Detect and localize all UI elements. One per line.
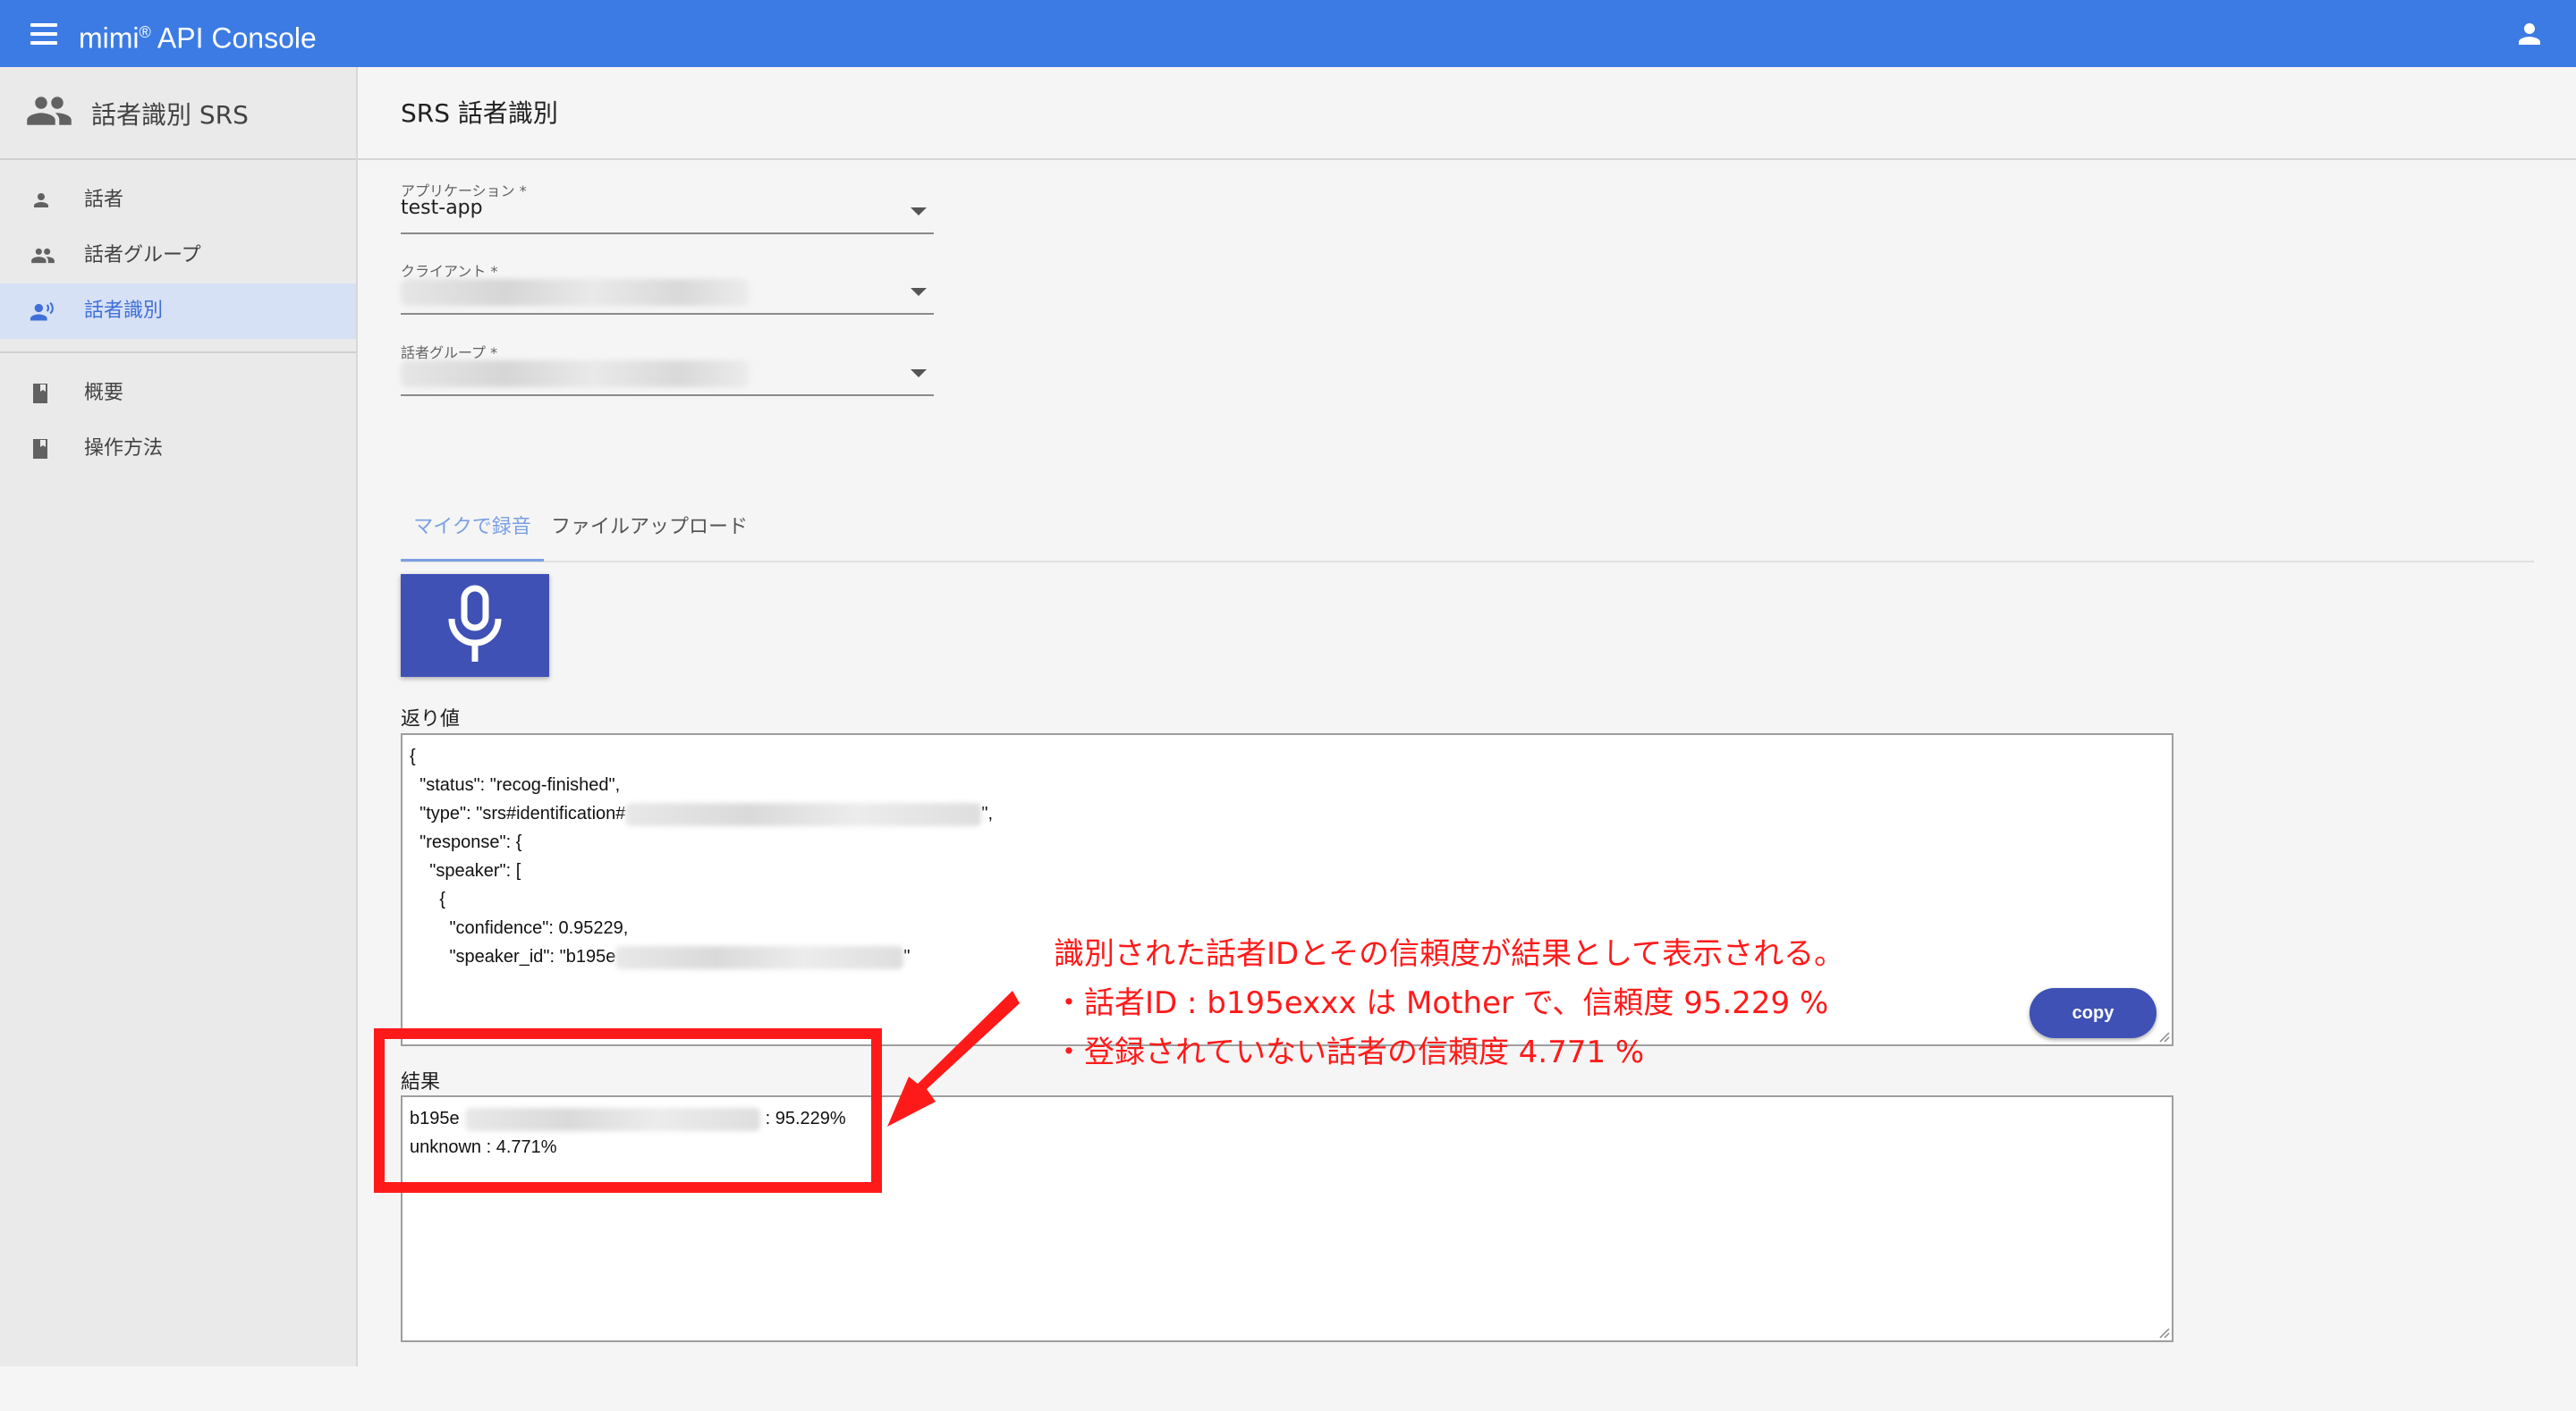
field-underline: [401, 232, 934, 234]
annotation-text: ・話者ID : b195exxx は Mother で、信頼度 95.229 %: [1054, 985, 1829, 1021]
annotation-arrow-icon: [887, 991, 1020, 1127]
json-line: {: [410, 747, 416, 766]
highlight-box: [374, 1028, 882, 1193]
sidebar-header: 話者識別 SRS: [0, 67, 356, 160]
dropdown-arrow-icon[interactable]: [911, 288, 927, 296]
tab-file-upload[interactable]: ファイルアップロード: [544, 505, 766, 559]
sidebar-item-label: 話者: [84, 189, 124, 211]
application-select[interactable]: アプリケーション * test-app: [401, 179, 934, 241]
json-line: "status": "recog-finished",: [410, 775, 621, 795]
book-icon: [30, 383, 50, 408]
sidebar: 話者識別 SRS 話者 話者グループ 話者識別 概要 操作方法: [0, 67, 358, 1366]
sidebar-item-overview[interactable]: 概要: [0, 366, 356, 421]
page-footer-space: [0, 1366, 2576, 1411]
json-speaker-id-prefix: "speaker_id": "b195e: [410, 947, 616, 967]
json-line: {: [410, 890, 446, 909]
json-type-suffix: ",: [981, 804, 994, 824]
input-mode-tabs: マイクで録音 ファイルアップロード: [401, 505, 2534, 562]
voice-recognition-icon: [30, 300, 55, 325]
title-divider: [358, 158, 2576, 160]
field-label: クライアント *: [401, 263, 498, 280]
app-bar: mimi® API Console: [0, 0, 2576, 67]
sidebar-item-label: 話者グループ: [84, 244, 201, 266]
redacted-value: [625, 802, 982, 826]
people-icon: [25, 92, 73, 133]
app-title: mimi® API Console: [79, 13, 317, 57]
copy-button[interactable]: copy: [2029, 988, 2157, 1038]
json-line: "response": {: [410, 832, 522, 852]
sidebar-item-speaker-identification[interactable]: 話者識別: [0, 283, 356, 339]
client-select[interactable]: クライアント *: [401, 259, 934, 322]
menu-icon[interactable]: [30, 23, 57, 45]
json-line: "type": "srs#identification# ",: [410, 799, 993, 828]
field-underline: [401, 313, 934, 315]
redacted-value: [615, 945, 904, 969]
app-title-prefix: mimi: [79, 21, 140, 55]
sidebar-item-howto[interactable]: 操作方法: [0, 421, 356, 477]
sidebar-divider: [0, 351, 356, 353]
sidebar-item-speaker[interactable]: 話者: [0, 173, 356, 228]
field-underline: [401, 394, 934, 396]
record-button[interactable]: [401, 574, 549, 677]
sidebar-item-label: 概要: [84, 382, 124, 404]
sidebar-item-speaker-group[interactable]: 話者グループ: [0, 228, 356, 283]
field-label: 話者グループ *: [401, 344, 498, 361]
dropdown-arrow-icon[interactable]: [911, 207, 927, 215]
account-icon[interactable]: [2513, 18, 2546, 50]
json-line: "confidence": 0.95229,: [410, 918, 629, 938]
json-speaker-id-suffix: ": [903, 947, 911, 967]
speaker-group-select[interactable]: 話者グループ *: [401, 341, 934, 403]
people-icon: [30, 245, 55, 270]
resize-handle-icon[interactable]: [2157, 1326, 2170, 1339]
registered-mark: ®: [139, 23, 151, 41]
redacted-value: [401, 279, 750, 306]
sidebar-item-label: 操作方法: [84, 437, 164, 460]
json-line: "speaker_id": "b195e ": [410, 942, 910, 971]
tab-mic-record[interactable]: マイクで録音: [401, 505, 544, 562]
annotation-text: 識別された話者IDとその信頼度が結果として表示される。: [1054, 936, 1845, 972]
return-value-label: 返り値: [401, 708, 461, 731]
microphone-icon: [448, 585, 502, 662]
sidebar-header-label: 話者識別 SRS: [91, 100, 249, 130]
field-value: test-app: [401, 197, 483, 219]
sidebar-item-label: 話者識別: [84, 300, 164, 322]
redacted-value: [401, 360, 750, 387]
dropdown-arrow-icon[interactable]: [911, 369, 927, 377]
json-line: "speaker": [: [410, 861, 521, 881]
json-type-prefix: "type": "srs#identification#: [410, 804, 626, 824]
book-icon: [30, 438, 50, 463]
app-title-suffix: API Console: [157, 21, 317, 55]
page-title: SRS 話者識別: [401, 98, 558, 128]
person-icon: [30, 190, 52, 215]
resize-handle-icon[interactable]: [2157, 1030, 2170, 1043]
annotation-text: ・登録されていない話者の信頼度 4.771 %: [1054, 1035, 1645, 1070]
